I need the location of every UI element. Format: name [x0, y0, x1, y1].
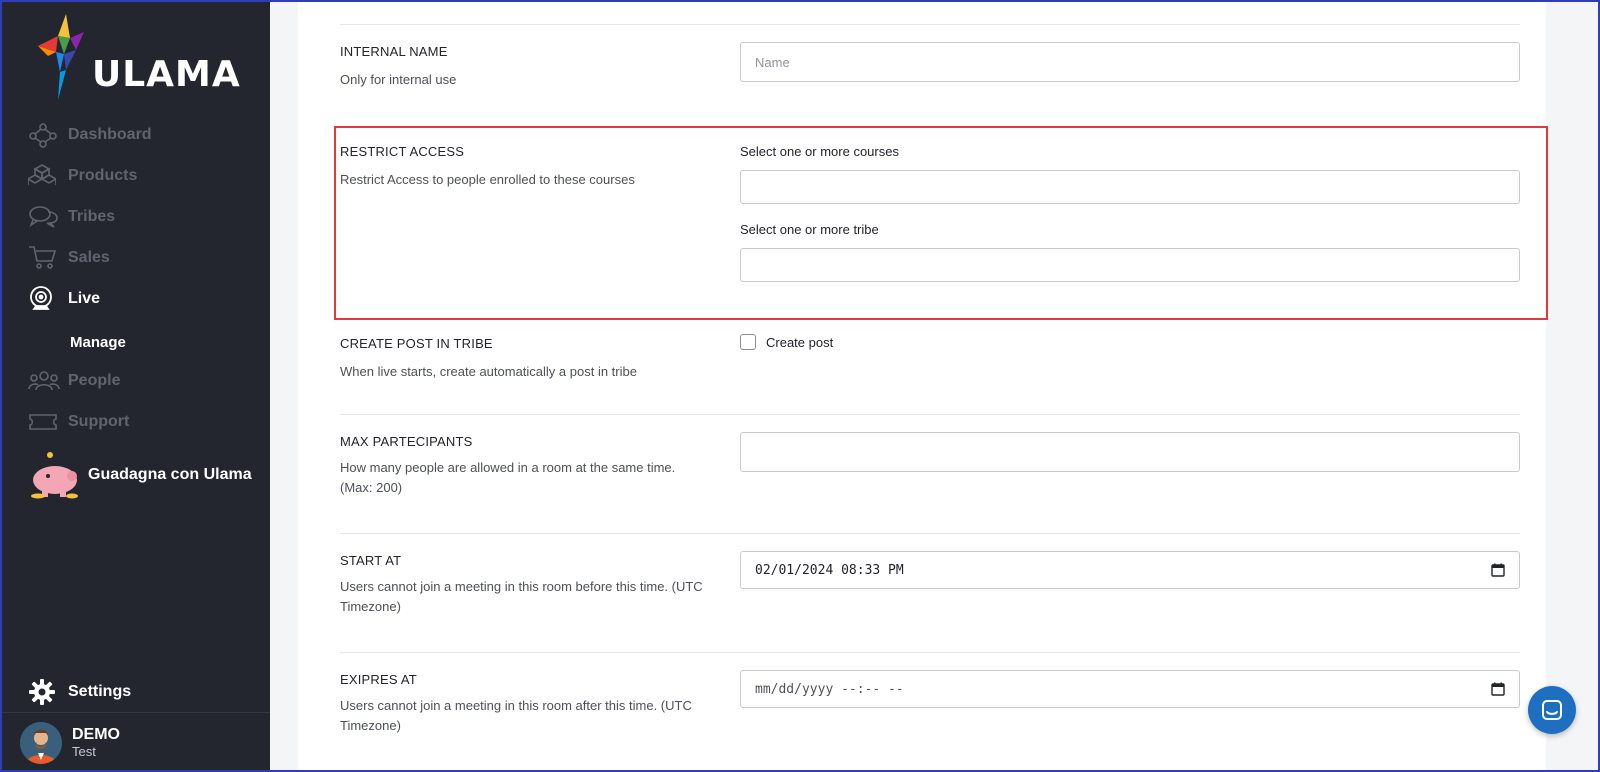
piggy-bank-icon [31, 452, 78, 499]
chat-support-button[interactable] [1528, 686, 1576, 734]
sidebar-item-label: Tribes [68, 208, 116, 225]
gear-icon [28, 678, 64, 706]
start-at-value: 02/01/2024 08:33 PM [755, 562, 904, 578]
sidebar: ULAMA Dashboard Products Tribes Sales Li… [2, 2, 270, 770]
sidebar-item-support[interactable]: Support [28, 407, 129, 437]
user-role: Test [72, 744, 96, 759]
create-post-label: CREATE POST IN TRIBE [340, 336, 493, 351]
internal-name-input[interactable] [755, 43, 1505, 81]
divider [340, 652, 1520, 653]
cart-icon [28, 243, 60, 273]
restrict-access-highlight [334, 126, 1548, 320]
chat-bubbles-icon [28, 202, 60, 232]
create-post-description: When live starts, create automatically a… [340, 364, 637, 379]
sidebar-item-label: Sales [68, 249, 110, 266]
sidebar-item-dashboard[interactable]: Dashboard [28, 120, 152, 150]
expires-at-datetime-input[interactable]: mm/dd/yyyy --:-- -- [740, 670, 1520, 708]
user-profile[interactable]: DEMO Test [20, 722, 120, 764]
max-participants-label: MAX PARTECIPANTS [340, 434, 473, 449]
sidebar-item-products[interactable]: Products [28, 161, 137, 191]
sidebar-divider [2, 712, 270, 713]
people-icon [28, 366, 60, 396]
webcam-icon [28, 284, 60, 314]
form-panel: INTERNAL NAME Only for internal use REST… [298, 2, 1546, 770]
user-name: DEMO [72, 726, 120, 743]
sidebar-item-settings[interactable]: Settings [28, 678, 131, 706]
divider [340, 24, 1520, 25]
expires-at-description: Users cannot join a meeting in this room… [340, 698, 692, 733]
start-at-label: START AT [340, 553, 402, 568]
sidebar-item-label: Dashboard [68, 126, 152, 143]
internal-name-label: INTERNAL NAME [340, 44, 448, 59]
create-post-checkbox-row[interactable]: Create post [740, 334, 833, 350]
chat-icon [1542, 700, 1562, 720]
max-participants-description: How many people are allowed in a room at… [340, 460, 676, 495]
sidebar-item-label: Live [68, 290, 101, 307]
sidebar-item-label: Guadagna con Ulama [88, 466, 252, 483]
sidebar-item-guadagna[interactable]: Guadagna con Ulama [28, 450, 252, 500]
main-content: INTERNAL NAME Only for internal use REST… [270, 2, 1598, 770]
create-post-checkbox[interactable] [740, 334, 756, 350]
internal-name-description: Only for internal use [340, 72, 457, 87]
ticket-icon [28, 407, 60, 437]
internal-name-input-wrapper[interactable] [740, 42, 1520, 82]
bird-logo-icon [38, 14, 84, 100]
max-participants-input-wrapper[interactable] [740, 432, 1520, 472]
sidebar-item-live[interactable]: Live [28, 284, 100, 314]
app-window: ULAMA Dashboard Products Tribes Sales Li… [0, 0, 1600, 772]
sidebar-item-label: Support [68, 413, 130, 430]
divider [340, 533, 1520, 534]
sidebar-item-label: People [68, 372, 121, 389]
expires-at-label: EXIPRES AT [340, 672, 417, 687]
divider [340, 414, 1520, 415]
start-at-description: Users cannot join a meeting in this room… [340, 579, 703, 614]
expires-at-value: mm/dd/yyyy --:-- -- [755, 681, 904, 697]
brand-name: ULAMA [92, 54, 241, 95]
start-at-datetime-input[interactable]: 02/01/2024 08:33 PM [740, 551, 1520, 589]
user-avatar-icon [20, 722, 62, 764]
ulama-logo[interactable]: ULAMA [36, 14, 246, 104]
sidebar-item-tribes[interactable]: Tribes [28, 202, 115, 232]
calendar-icon[interactable] [1491, 682, 1505, 696]
max-participants-input[interactable] [755, 433, 1505, 471]
avatar [20, 722, 62, 764]
sidebar-subitem-manage[interactable]: Manage [70, 334, 126, 351]
calendar-icon[interactable] [1491, 563, 1505, 577]
boxes-icon [28, 161, 60, 191]
network-icon [28, 120, 60, 150]
sidebar-item-label: Settings [68, 683, 132, 700]
sidebar-item-label: Products [68, 167, 138, 184]
create-post-checkbox-label: Create post [766, 334, 834, 350]
sidebar-item-people[interactable]: People [28, 366, 120, 396]
sidebar-item-sales[interactable]: Sales [28, 243, 110, 273]
